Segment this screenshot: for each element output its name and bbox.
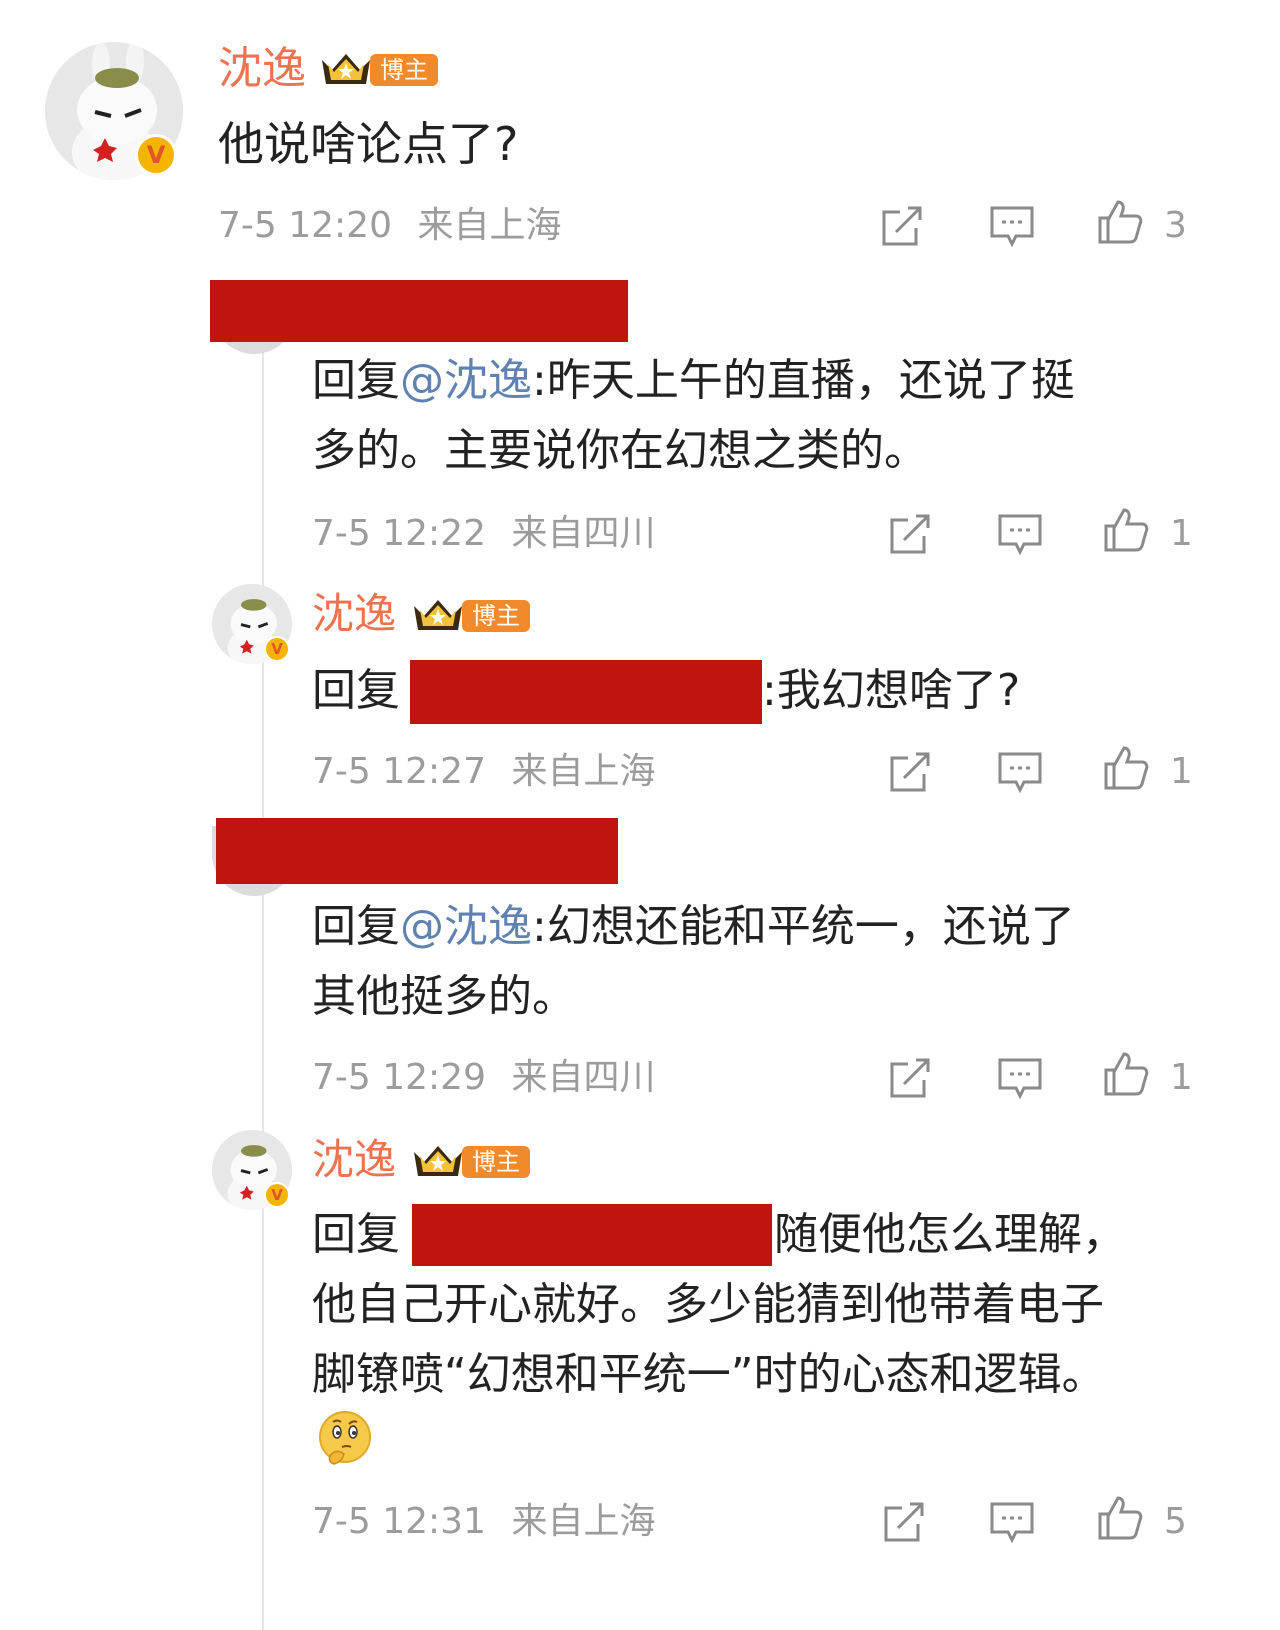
- username[interactable]: 沈逸: [312, 590, 396, 638]
- username[interactable]: 沈逸: [312, 1136, 396, 1184]
- timestamp: 7-5 12:27: [312, 751, 486, 792]
- share-icon[interactable]: [886, 1054, 934, 1102]
- reply-text: 回复@沈逸:幻想还能和平统一，还说了: [312, 892, 1075, 962]
- comment-icon[interactable]: [996, 1054, 1044, 1102]
- comment-meta: 7-5 12:31 来自上海: [312, 1500, 655, 1544]
- like-icon[interactable]: [1096, 1494, 1144, 1542]
- blogger-badge: 博主: [462, 1146, 530, 1178]
- redacted-username: [410, 660, 762, 724]
- reply-text-line2: 他自己开心就好。多少能猜到他带着电子: [312, 1279, 1104, 1330]
- thread-line: [262, 300, 264, 1630]
- verified-badge-icon: V: [135, 134, 177, 176]
- comment-icon[interactable]: [988, 202, 1036, 250]
- reply-text-line1: 随便他怎么理解，: [774, 1209, 1126, 1260]
- share-icon[interactable]: [878, 202, 926, 250]
- like-count: 1: [1170, 1057, 1193, 1098]
- reply-prefix: 回复: [312, 355, 400, 406]
- like-count: 1: [1170, 513, 1193, 554]
- thinking-face-emoji: [319, 1411, 371, 1465]
- comment-meta: 7-5 12:22 来自四川: [312, 512, 655, 556]
- like-count: 3: [1164, 205, 1187, 246]
- comment-text: 他说啥论点了?: [218, 117, 519, 171]
- timestamp: 7-5 12:20: [218, 205, 392, 246]
- share-icon[interactable]: [886, 510, 934, 558]
- comment-meta: 7-5 12:29 来自四川: [312, 1056, 655, 1100]
- share-icon[interactable]: [880, 1498, 928, 1546]
- reply-prefix: 回复: [312, 901, 400, 952]
- redacted-username: [412, 1204, 772, 1266]
- crown-icon: [322, 54, 370, 84]
- comment-meta: 7-5 12:20 来自上海: [218, 204, 561, 248]
- like-icon[interactable]: [1102, 506, 1150, 554]
- redacted-username: [210, 280, 628, 342]
- reply-text-line2: 其他挺多的。: [312, 971, 576, 1022]
- share-icon[interactable]: [886, 748, 934, 796]
- verified-badge-icon: V: [264, 636, 290, 662]
- redacted-username: [216, 818, 618, 884]
- like-count: 1: [1170, 751, 1193, 792]
- crown-icon: [414, 1146, 462, 1176]
- crown-icon: [414, 600, 462, 630]
- reply-prefix: 回复: [312, 1209, 400, 1260]
- reply-text: 回复@沈逸:昨天上午的直播，还说了挺: [312, 346, 1075, 416]
- reply-text-line1: :幻想还能和平统一，还说了: [532, 901, 1075, 952]
- location: 来自上海: [417, 205, 562, 246]
- like-icon[interactable]: [1102, 1050, 1150, 1098]
- blogger-badge: 博主: [370, 54, 438, 86]
- comment-icon[interactable]: [996, 510, 1044, 558]
- comment-meta: 7-5 12:27 来自上海: [312, 750, 655, 794]
- reply-text-line1: :昨天上午的直播，还说了挺: [532, 355, 1075, 406]
- mention-link[interactable]: @沈逸: [400, 355, 532, 406]
- timestamp: 7-5 12:29: [312, 1057, 486, 1098]
- reply-text: :我幻想啥了?: [762, 665, 1021, 716]
- reply-text-line3: 脚镣喷“幻想和平统一”时的心态和逻辑。: [312, 1349, 1106, 1400]
- timestamp: 7-5 12:22: [312, 513, 486, 554]
- comment-icon[interactable]: [988, 1498, 1036, 1546]
- like-count: 5: [1164, 1501, 1187, 1542]
- username[interactable]: 沈逸: [218, 44, 306, 94]
- reply-text-line2: 多的。主要说你在幻想之类的。: [312, 425, 928, 476]
- location: 来自四川: [511, 513, 656, 554]
- comment-icon[interactable]: [996, 748, 1044, 796]
- mention-link[interactable]: @沈逸: [400, 901, 532, 952]
- reply-prefix: 回复: [312, 665, 400, 716]
- location: 来自上海: [511, 1501, 656, 1542]
- location: 来自四川: [511, 1057, 656, 1098]
- blogger-badge: 博主: [462, 600, 530, 632]
- verified-badge-icon: V: [264, 1182, 290, 1208]
- timestamp: 7-5 12:31: [312, 1501, 486, 1542]
- like-icon[interactable]: [1096, 198, 1144, 246]
- location: 来自上海: [511, 751, 656, 792]
- like-icon[interactable]: [1102, 744, 1150, 792]
